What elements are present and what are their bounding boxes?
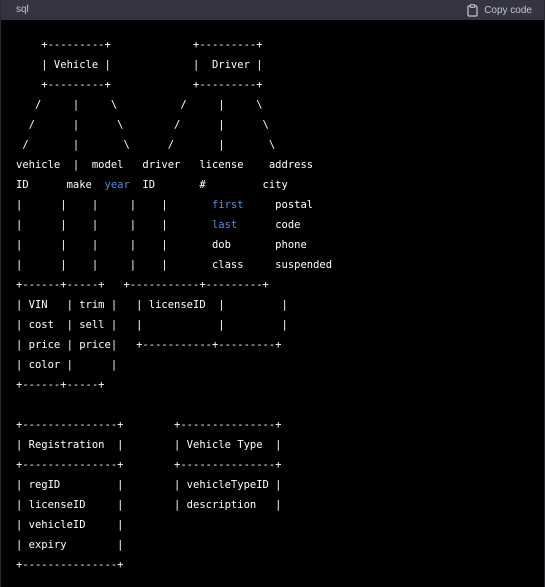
code-keyword: last: [211, 219, 238, 231]
code-text: | regID | | vehicleTypeID |: [16, 479, 282, 491]
code-text: +------+-----+: [16, 379, 105, 391]
code-text: ID make: [16, 179, 105, 191]
code-text: +---------------+ +---------------+: [16, 459, 282, 471]
language-label: sql: [16, 4, 29, 15]
code-text: | Vehicle | | Driver |: [16, 59, 263, 71]
code-text: | expiry |: [16, 539, 124, 551]
code-text: | licenseID | | description |: [16, 499, 282, 511]
code-text: code: [237, 219, 301, 231]
code-keyword: year: [104, 179, 130, 191]
code-text: | Registration | | Vehicle Type |: [16, 439, 282, 451]
code-block-header: sql Copy code: [1, 0, 544, 20]
code-text: +---------------+: [16, 559, 124, 571]
code-text: | vehicleID |: [16, 519, 124, 531]
code-text: | color | |: [16, 359, 118, 371]
code-text: +---------+ +---------+: [16, 39, 263, 51]
code-text: +------+-----+ +-----------+---------+: [16, 279, 269, 291]
code-text: | price | price| +-----------+---------+: [16, 339, 282, 351]
code-text: | | | | | dob phone: [16, 239, 307, 251]
code-text: | | | | | class suspended: [16, 259, 333, 271]
code-block: sql Copy code +---------+ +---------+ | …: [0, 0, 545, 587]
clipboard-icon: [467, 3, 478, 17]
code-text: | | | | |: [16, 219, 212, 231]
code-text: / | \ / | \: [16, 119, 269, 131]
code-text: / | \ / | \: [16, 139, 276, 151]
code-text: / | \ / | \: [16, 99, 263, 111]
code-text: +---------+ +---------+: [16, 79, 263, 91]
code-keyword: first: [211, 199, 244, 211]
code-text: | VIN | trim | | licenseID | |: [16, 299, 288, 311]
code-text: | cost | sell | | | |: [16, 319, 288, 331]
code-text: postal: [243, 199, 314, 211]
code-text: +---------------+ +---------------+: [16, 419, 282, 431]
code-text: vehicle | model driver license address: [16, 159, 314, 171]
copy-code-button[interactable]: Copy code: [467, 2, 532, 18]
code-text: ID # city: [129, 179, 288, 191]
copy-code-label: Copy code: [484, 4, 532, 16]
code-text: | | | | |: [16, 199, 212, 211]
